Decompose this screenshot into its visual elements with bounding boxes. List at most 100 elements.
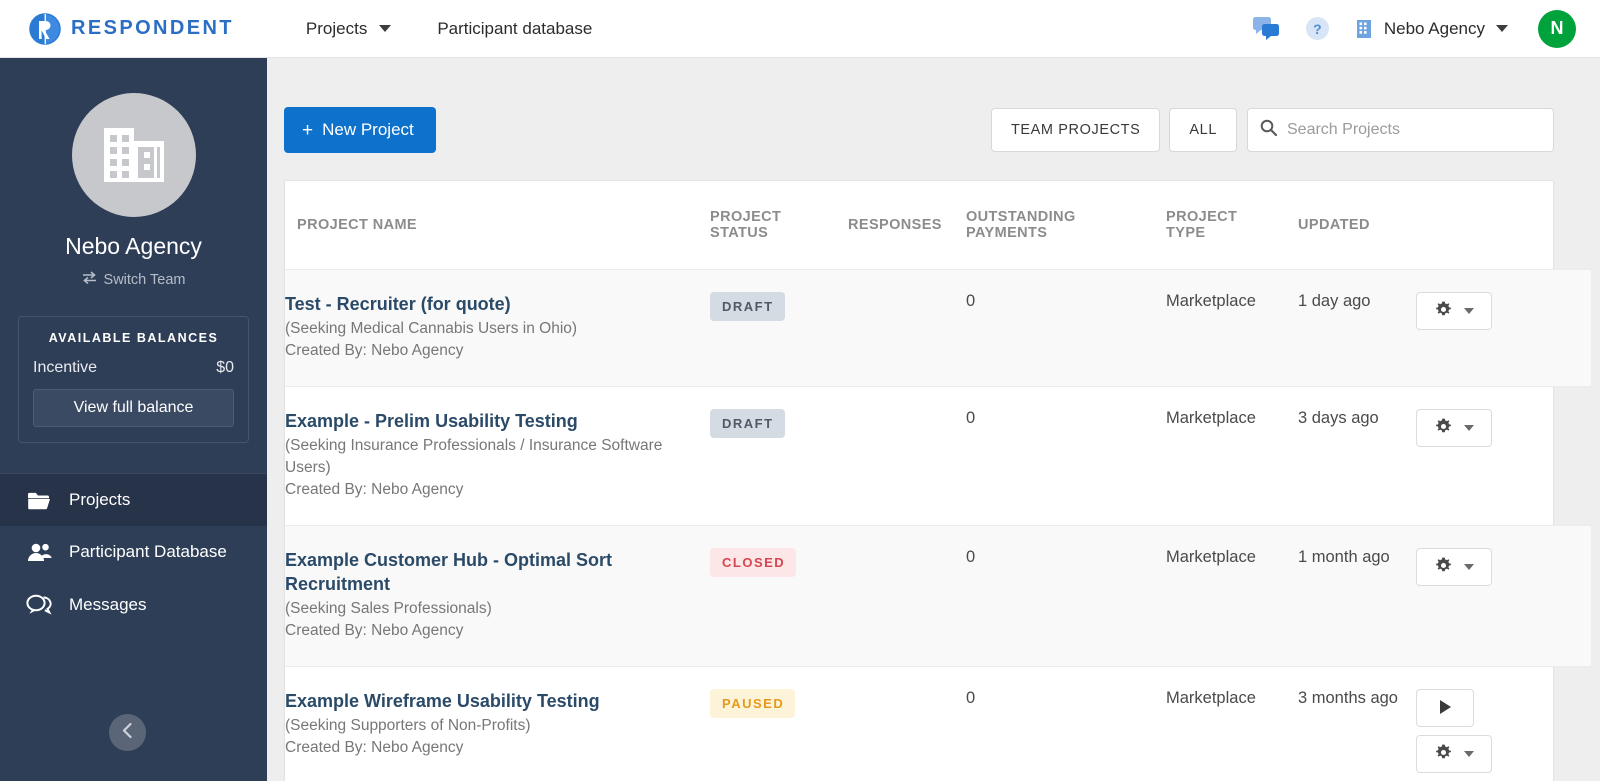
table-row[interactable]: Example Customer Hub - Optimal Sort Recr… [285,525,1591,667]
project-seeking-text: (Seeking Sales Professionals) [285,600,492,618]
cell-responses [848,525,966,667]
cell-project-type: Marketplace [1166,547,1256,566]
column-header-type-line1: PROJECT [1166,209,1238,225]
status-badge: PAUSED [710,689,796,719]
top-nav-participant-database-label: Participant database [437,18,593,38]
sidebar-nav: Projects Participant Database Messages [0,473,267,631]
project-title-link[interactable]: Example Customer Hub - Optimal Sort Recr… [285,548,710,598]
column-header-project-status-line1: PROJECT [710,209,782,225]
chevron-down-icon [1463,563,1474,570]
project-settings-menu-button[interactable] [1416,547,1492,586]
project-title-link[interactable]: Example Wireframe Usability Testing [285,689,710,714]
column-header-type-line2: TYPE [1166,225,1206,241]
brand-logo-area[interactable]: RESPONDENT [28,12,234,46]
column-header-project-status: PROJECT STATUS [710,181,848,270]
view-full-balance-button[interactable]: View full balance [33,389,234,427]
top-nav-links: Projects Participant database [306,19,592,39]
new-project-button[interactable]: + New Project [284,107,436,153]
row-actions [1416,547,1591,586]
top-nav-projects-label: Projects [305,18,368,38]
chevron-down-icon [1496,25,1508,32]
column-header-outstanding-payments: OUTSTANDING PAYMENTS [966,181,1166,270]
search-icon [1260,119,1278,141]
project-created-by: Created By: Nebo Agency [285,341,464,359]
cell-actions [1416,270,1591,387]
cell-project-type: Marketplace [1166,689,1256,708]
sidebar-item-messages[interactable]: Messages [0,578,267,631]
balance-value: $0 [216,359,234,376]
all-filter[interactable]: ALL [1169,108,1237,152]
project-seeking-text: (Seeking Supporters of Non-Profits) [285,717,531,735]
projects-table-head: PROJECT NAME PROJECT STATUS RESPONSES OU… [285,181,1591,270]
row-actions [1416,292,1591,330]
cell-project-name: Example Wireframe Usability Testing (Seek… [285,667,710,781]
status-badge: DRAFT [710,292,785,321]
team-name-label: Nebo Agency [1383,18,1485,38]
cell-updated: 3 months ago [1298,689,1398,708]
help-icon[interactable]: ? [1305,17,1329,40]
team-projects-filter[interactable]: TEAM PROJECTS [990,108,1161,152]
resume-project-button[interactable] [1416,689,1474,728]
gear-icon [1435,301,1452,321]
gear-icon [1435,744,1452,764]
table-row[interactable]: Test - Recruiter (for quote) (Seeking Med… [285,269,1591,387]
sidebar-item-projects[interactable]: Projects [0,474,267,526]
cell-project-type: Marketplace [1166,408,1256,427]
user-avatar[interactable]: N [1538,9,1576,48]
projects-toolbar: + New Project TEAM PROJECTS ALL [267,58,1600,153]
help-question-mark: ? [1305,17,1329,40]
cell-responses [848,386,966,525]
cell-updated: 1 day ago [1298,292,1371,310]
chat-icon [26,594,52,615]
project-created-by: Created By: Nebo Agency [285,480,464,498]
cell-project-type: Marketplace [1166,292,1256,310]
top-bar-right-actions: ? Nebo Agency N [1252,9,1576,48]
table-row[interactable]: Example Wireframe Usability Testing (Seek… [285,666,1591,781]
switch-team-button[interactable]: Switch Team [0,271,267,288]
cell-updated: 3 days ago [1298,408,1379,427]
project-seeking-text: (Seeking Medical Cannabis Users in Ohio) [285,319,578,337]
search-projects-box[interactable] [1247,108,1554,152]
top-nav-projects[interactable]: Projects [305,18,392,39]
cell-project-name: Example Customer Hub - Optimal Sort Recr… [285,525,710,667]
respondent-logo-icon [28,12,62,46]
sidebar-item-messages-label: Messages [69,594,147,614]
column-header-responses: RESPONSES [848,217,942,233]
team-selector[interactable]: Nebo Agency [1355,19,1508,39]
cell-project-status: CLOSED [710,525,848,667]
project-title-link[interactable]: Example - Prelim Usability Testing [285,409,710,434]
chevron-down-icon [1463,424,1474,431]
sidebar-item-participant-database-label: Participant Database [69,542,227,561]
sidebar-item-participant-database[interactable]: Participant Database [0,526,267,578]
cell-updated: 1 month ago [1298,547,1390,566]
project-settings-menu-button[interactable] [1416,735,1492,774]
available-balances-panel: AVAILABLE BALANCES Incentive $0 View ful… [18,316,249,443]
table-header-row: PROJECT NAME PROJECT STATUS RESPONSES OU… [285,181,1591,270]
chevron-down-icon [379,25,392,32]
top-nav-participant-database[interactable]: Participant database [437,19,592,39]
projects-table-body: Test - Recruiter (for quote) (Seeking Med… [285,269,1591,781]
search-input[interactable] [1287,121,1541,139]
project-title-link[interactable]: Test - Recruiter (for quote) [285,292,710,317]
row-actions [1416,408,1591,447]
sidebar-collapse-button[interactable] [109,714,146,751]
row-actions [1416,689,1591,774]
cell-project-name: Test - Recruiter (for quote) (Seeking Med… [285,270,710,387]
table-row[interactable]: Example - Prelim Usability Testing (Seeki… [285,386,1591,525]
chat-bubbles-icon[interactable] [1252,17,1280,40]
status-badge: DRAFT [710,408,785,438]
building-icon [1355,19,1373,39]
column-header-project-type: PROJECT TYPE [1166,181,1298,270]
folder-icon [26,491,52,510]
project-settings-menu-button[interactable] [1416,408,1492,447]
balance-row-incentive: Incentive $0 [33,359,234,377]
column-header-project-name: PROJECT NAME [297,217,418,233]
sidebar-item-projects-label: Projects [69,490,131,509]
sidebar: Nebo Agency Switch Team AVAILABLE BALANC… [0,58,267,781]
sidebar-team-avatar-wrap [0,93,267,217]
column-header-project-status-line2: STATUS [710,225,769,241]
project-settings-menu-button[interactable] [1416,292,1492,330]
sidebar-team-avatar [71,93,196,217]
balance-label: Incentive [33,359,98,376]
building-icon [103,128,164,182]
